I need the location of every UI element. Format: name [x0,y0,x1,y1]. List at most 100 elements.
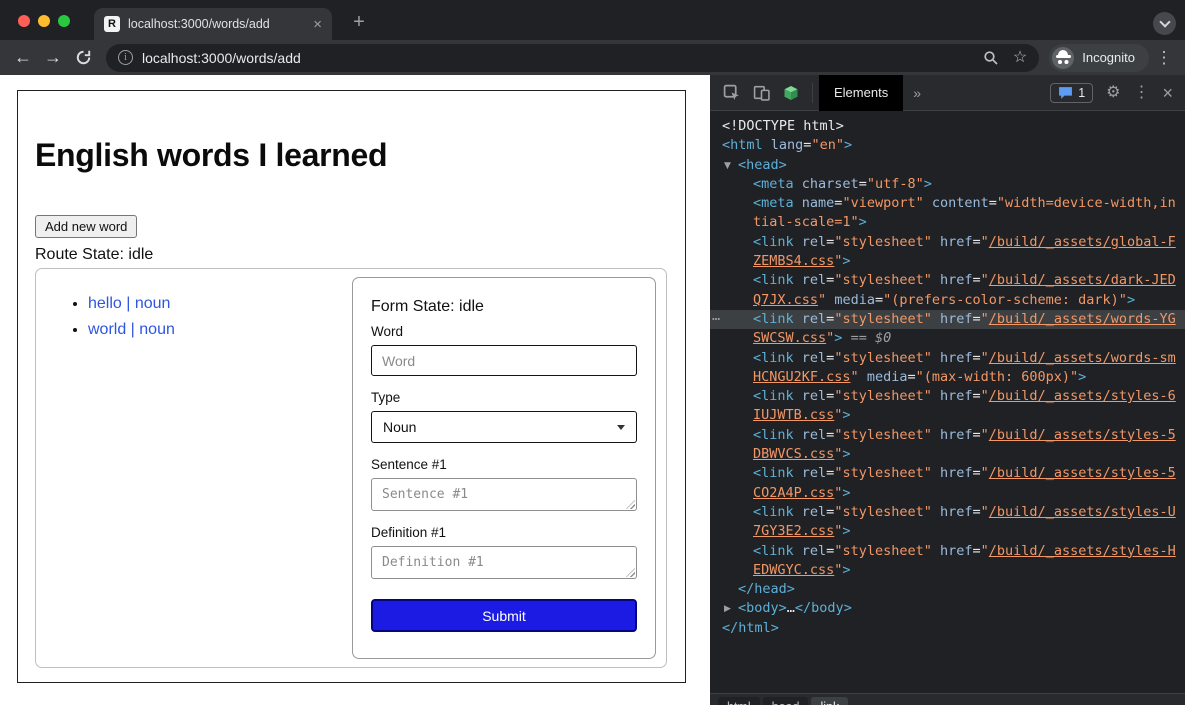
device-toolbar-button[interactable] [746,75,776,111]
code-line[interactable]: <link rel="stylesheet" href="/build/_ass… [710,464,1185,483]
code-line[interactable]: ZEMBS4.css"> [710,252,1185,271]
code-line[interactable]: 7GY3E2.css"> [710,522,1185,541]
address-bar[interactable]: i localhost:3000/words/add ☆ [106,44,1039,72]
url-path: /words/add [232,50,300,66]
incognito-icon [1052,47,1074,69]
code-line[interactable]: DBWVCS.css"> [710,445,1185,464]
type-select[interactable]: Noun [371,411,637,443]
devtools-close-button[interactable]: × [1162,84,1173,102]
remix-favicon-icon: R [104,16,120,32]
tab-search-button[interactable] [1153,12,1176,35]
inspect-element-button[interactable] [716,75,746,111]
code-line[interactable]: <link rel="stylesheet" href="/build/_ass… [710,387,1185,406]
devtools-menu-button[interactable]: ⋮ [1133,85,1149,101]
word-list-item: hello | noun [88,291,175,317]
reload-button[interactable] [70,45,96,71]
breadcrumb-item[interactable]: link [811,697,848,705]
code-line[interactable]: <link rel="stylesheet" href="/build/_ass… [710,271,1185,290]
add-new-word-button[interactable]: Add new word [35,215,137,238]
line-options-icon[interactable]: … [712,310,720,326]
code-line[interactable]: <meta charset="utf-8"> [710,175,1185,194]
app-container: English words I learned Add new word Rou… [17,90,686,683]
code-line[interactable]: CO2A4P.css"> [710,484,1185,503]
word-link[interactable]: hello | noun [88,295,170,312]
word-label: Word [371,324,637,339]
word-input[interactable] [371,345,637,376]
traffic-lights [18,15,70,27]
page-title: English words I learned [35,137,387,174]
code-line[interactable]: <link rel="stylesheet" href="/build/_ass… [710,542,1185,561]
site-info-icon[interactable]: i [118,50,133,65]
tab-title: localhost:3000/words/add [128,17,305,31]
definition-label: Definition #1 [371,525,637,540]
code-line[interactable]: ▶<body>…</body> [710,599,1185,618]
code-line[interactable]: <link rel="stylesheet" href="/build/_ass… [710,503,1185,522]
select-caret-icon [617,425,625,430]
bookmark-star-icon[interactable]: ☆ [1013,50,1027,66]
type-select-value: Noun [383,419,416,435]
code-line[interactable]: …<link rel="stylesheet" href="/build/_as… [710,310,1185,329]
devtools-code: <!DOCTYPE html><html lang="en">▼<head><m… [710,112,1185,638]
window-close-button[interactable] [18,15,30,27]
submit-button[interactable]: Submit [371,599,637,632]
incognito-label: Incognito [1082,50,1135,65]
zoom-icon[interactable] [983,50,999,66]
window-minimize-button[interactable] [38,15,50,27]
type-label: Type [371,390,637,405]
inspect-cursor-icon [723,84,740,101]
breadcrumb-item[interactable]: html [718,697,760,705]
incognito-badge[interactable]: Incognito [1049,44,1149,72]
url-text: localhost:3000/words/add [142,50,974,66]
issues-bubble-icon [1058,86,1073,100]
breadcrumb-item[interactable]: head [763,697,809,705]
code-line[interactable]: </html> [710,619,1185,638]
devtools-settings-button[interactable]: ⚙ [1106,85,1120,101]
tab-strip: R localhost:3000/words/add × + [0,0,1185,40]
more-panels-button[interactable]: » [903,85,931,101]
sentence-textarea[interactable] [371,478,637,511]
back-button[interactable]: ← [10,45,36,71]
route-state-text: Route State: idle [35,246,153,264]
forward-button[interactable]: → [40,45,66,71]
green-cube-icon [783,85,799,101]
new-tab-button[interactable]: + [346,9,372,35]
browser-window: R localhost:3000/words/add × + ← → i loc… [0,0,1185,705]
code-line[interactable]: tial-scale=1"> [710,213,1185,232]
sentence-label: Sentence #1 [371,457,637,472]
browser-tab[interactable]: R localhost:3000/words/add × [94,8,332,40]
window-zoom-button[interactable] [58,15,70,27]
code-line[interactable]: <html lang="en"> [710,136,1185,155]
code-line[interactable]: Q7JX.css" media="(prefers-color-scheme: … [710,291,1185,310]
code-line[interactable]: <link rel="stylesheet" href="/build/_ass… [710,349,1185,368]
words-panel: hello | noun world | noun Form State: idl… [35,268,667,668]
url-host: localhost:3000 [142,50,232,66]
code-line[interactable]: SWCSW.css"> == $0 [710,329,1185,348]
word-link[interactable]: world | noun [88,321,175,338]
reload-icon [75,49,92,66]
devtools-panel: Elements » 1 ⚙ ⋮ × <!DOCTYPE html><html … [710,75,1185,705]
tab-close-icon[interactable]: × [313,17,322,32]
definition-textarea[interactable] [371,546,637,579]
devtools-breadcrumbs: htmlheadlink [710,693,1185,705]
extension-panel-button[interactable] [776,75,806,111]
browser-toolbar: ← → i localhost:3000/words/add ☆ Inc [0,40,1185,75]
code-line[interactable]: ▼<head> [710,156,1185,175]
code-line[interactable]: IUJWTB.css"> [710,406,1185,425]
code-line[interactable]: <link rel="stylesheet" href="/build/_ass… [710,426,1185,445]
code-line[interactable]: HCNGU2KF.css" media="(max-width: 600px)"… [710,368,1185,387]
webpage-viewport: English words I learned Add new word Rou… [0,75,710,705]
browser-menu-button[interactable]: ⋮ [1153,48,1175,68]
code-line[interactable]: </head> [710,580,1185,599]
issues-count: 1 [1078,86,1085,100]
form-state-text: Form State: idle [371,298,637,316]
code-line[interactable]: EDWGYC.css"> [710,561,1185,580]
code-line[interactable]: <!DOCTYPE html> [710,117,1185,136]
issues-button[interactable]: 1 [1050,83,1093,103]
tab-elements[interactable]: Elements [819,75,903,111]
code-line[interactable]: <meta name="viewport" content="width=dev… [710,194,1185,213]
chevron-down-icon [1159,16,1170,27]
window-content: English words I learned Add new word Rou… [0,75,1185,705]
devtools-toolbar: Elements » 1 ⚙ ⋮ × [710,75,1185,111]
device-toolbar-icon [753,84,770,101]
code-line[interactable]: <link rel="stylesheet" href="/build/_ass… [710,233,1185,252]
